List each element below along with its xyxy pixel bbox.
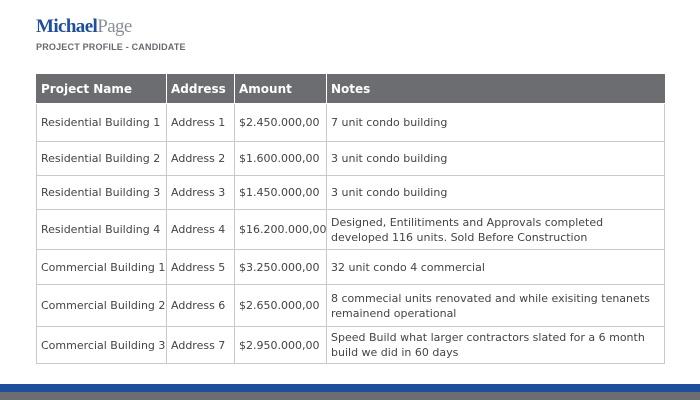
- cell-project-name: Commercial Building 3: [36, 326, 167, 364]
- project-table: Project Name Address Amount Notes Reside…: [36, 74, 665, 364]
- cell-notes: Designed, Entilitiments and Approvals co…: [326, 209, 665, 250]
- table-row: Commercial Building 3 Address 7 $2.950.0…: [36, 326, 665, 364]
- logo-text-michael: Michael: [36, 16, 98, 37]
- cell-project-name: Commercial Building 2: [36, 284, 167, 327]
- cell-notes: Speed Build what larger contractors slat…: [326, 326, 665, 364]
- table-row: Residential Building 3 Address 3 $1.450.…: [36, 175, 665, 210]
- logo-text-page: Page: [97, 16, 132, 37]
- cell-address: Address 4: [166, 209, 235, 250]
- cell-address: Address 3: [166, 175, 235, 210]
- cell-amount: $2.950.000,00: [234, 326, 327, 364]
- cell-project-name: Residential Building 3: [36, 175, 167, 210]
- table-row: Residential Building 4 Address 4 $16.200…: [36, 209, 665, 250]
- table-header-row: Project Name Address Amount Notes: [36, 74, 665, 104]
- brand-logo: MichaelPage: [36, 16, 132, 38]
- cell-address: Address 6: [166, 284, 235, 327]
- cell-project-name: Commercial Building 1: [36, 249, 167, 285]
- header-project-name: Project Name: [36, 74, 167, 104]
- cell-project-name: Residential Building 1: [36, 103, 167, 142]
- cell-notes: 3 unit condo building: [326, 175, 665, 210]
- table-row: Commercial Building 2 Address 6 $2.650.0…: [36, 284, 665, 327]
- footer-stripe-gray: [0, 392, 700, 400]
- cell-address: Address 1: [166, 103, 235, 142]
- table-row: Commercial Building 1 Address 5 $3.250.0…: [36, 249, 665, 285]
- table-row: Residential Building 2 Address 2 $1.600.…: [36, 141, 665, 176]
- cell-amount: $2.450.000,00: [234, 103, 327, 142]
- cell-notes: 3 unit condo building: [326, 141, 665, 176]
- footer-stripe-blue: [0, 384, 700, 392]
- cell-amount: $3.250.000,00: [234, 249, 327, 285]
- cell-project-name: Residential Building 2: [36, 141, 167, 176]
- page-subtitle: PROJECT PROFILE - CANDIDATE: [36, 42, 186, 52]
- cell-notes: 8 commecial units renovated and while ex…: [326, 284, 665, 327]
- header-notes: Notes: [326, 74, 665, 104]
- cell-amount: $2.650.000,00: [234, 284, 327, 327]
- header-amount: Amount: [234, 74, 327, 104]
- cell-amount: $1.600.000,00: [234, 141, 327, 176]
- cell-address: Address 5: [166, 249, 235, 285]
- cell-notes: 7 unit condo building: [326, 103, 665, 142]
- cell-project-name: Residential Building 4: [36, 209, 167, 250]
- header-address: Address: [166, 74, 235, 104]
- cell-address: Address 2: [166, 141, 235, 176]
- cell-amount: $1.450.000,00: [234, 175, 327, 210]
- cell-address: Address 7: [166, 326, 235, 364]
- table-row: Residential Building 1 Address 1 $2.450.…: [36, 103, 665, 142]
- cell-notes: 32 unit condo 4 commercial: [326, 249, 665, 285]
- cell-amount: $16.200.000,00: [234, 209, 327, 250]
